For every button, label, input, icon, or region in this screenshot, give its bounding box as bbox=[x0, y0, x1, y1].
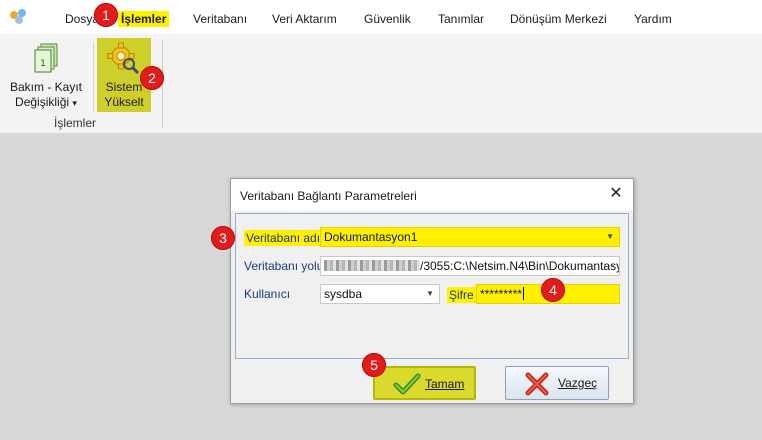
document-stack-icon: 1 bbox=[34, 43, 58, 73]
red-x-icon bbox=[525, 372, 549, 396]
dialog-title-bar: Veritabanı Bağlantı Parametreleri ✕ bbox=[231, 179, 633, 211]
callout-badge-1: 1 bbox=[94, 3, 118, 27]
cancel-button-label: Vazgeç bbox=[558, 376, 598, 390]
menu-guvenlik[interactable]: Güvenlik bbox=[364, 12, 411, 26]
db-name-combo[interactable]: Dokumantasyon1 ▼ bbox=[320, 227, 620, 247]
chevron-down-icon: ▼ bbox=[606, 232, 614, 241]
app-logo-icon bbox=[10, 9, 26, 24]
db-path-label: Veritabanı yolu bbox=[244, 259, 324, 273]
sistem-label-line2: Yükselt bbox=[104, 95, 144, 109]
password-value: ********* bbox=[480, 287, 523, 301]
user-combo[interactable]: sysdba ▼ bbox=[320, 284, 440, 304]
close-icon[interactable]: ✕ bbox=[607, 185, 625, 203]
password-label: Şifre bbox=[447, 287, 476, 303]
svg-text:1: 1 bbox=[40, 59, 46, 69]
ok-button[interactable]: Tamam bbox=[373, 366, 476, 400]
dialog-title: Veritabanı Bağlantı Parametreleri bbox=[240, 189, 417, 203]
browse-ellipsis-icon[interactable]: ··· bbox=[603, 257, 615, 274]
redacted-host bbox=[324, 260, 420, 271]
user-label: Kullanıcı bbox=[244, 287, 291, 301]
db-name-value: Dokumantasyon1 bbox=[324, 230, 418, 244]
callout-badge-3: 3 bbox=[211, 226, 235, 250]
callout-badge-5: 5 bbox=[362, 353, 386, 377]
user-value: sysdba bbox=[324, 287, 363, 301]
menu-donusum-merkezi[interactable]: Dönüşüm Merkezi bbox=[510, 12, 607, 26]
callout-badge-4: 4 bbox=[541, 278, 565, 302]
chevron-down-icon: ▼ bbox=[426, 289, 434, 298]
db-path-value: /3055:C:\Netsim.N4\Bin\Dokumantasyo bbox=[420, 259, 620, 273]
bakim-label-line2: Değişikliği ▾ bbox=[15, 95, 77, 109]
ribbon-group-label: İşlemler bbox=[53, 116, 96, 130]
checkmark-icon bbox=[393, 373, 421, 395]
ok-button-label: Tamam bbox=[425, 377, 465, 391]
text-caret bbox=[523, 287, 525, 300]
menu-veritabani[interactable]: Veritabanı bbox=[193, 12, 247, 26]
gear-magnifier-icon bbox=[107, 42, 140, 75]
dialog-fields-panel: Veritabanı adı Dokumantasyon1 ▼ Veritaba… bbox=[235, 213, 629, 359]
bakim-kayit-degisikligi-button[interactable]: 1 Bakım - Kayıt Değişikliği ▾ bbox=[6, 42, 86, 112]
menu-yardim[interactable]: Yardım bbox=[634, 12, 672, 26]
db-name-label: Veritabanı adı bbox=[244, 230, 323, 246]
ribbon: 1 Bakım - Kayıt Değişikliği ▾ Sistem Yük… bbox=[0, 34, 762, 134]
menu-veri-aktarim[interactable]: Veri Aktarım bbox=[272, 12, 337, 26]
ribbon-button-separator bbox=[93, 42, 94, 112]
callout-badge-2: 2 bbox=[140, 66, 164, 90]
bakim-label-line1: Bakım - Kayıt bbox=[9, 80, 83, 94]
dropdown-arrow-icon: ▾ bbox=[72, 98, 77, 108]
db-connection-dialog: Veritabanı Bağlantı Parametreleri ✕ Veri… bbox=[230, 178, 634, 404]
db-path-input[interactable]: /3055:C:\Netsim.N4\Bin\Dokumantasyo ··· bbox=[320, 256, 620, 276]
menu-tanimlar[interactable]: Tanımlar bbox=[438, 12, 484, 26]
menu-islemler[interactable]: İşlemler bbox=[118, 11, 170, 27]
cancel-button[interactable]: Vazgeç bbox=[505, 366, 609, 400]
